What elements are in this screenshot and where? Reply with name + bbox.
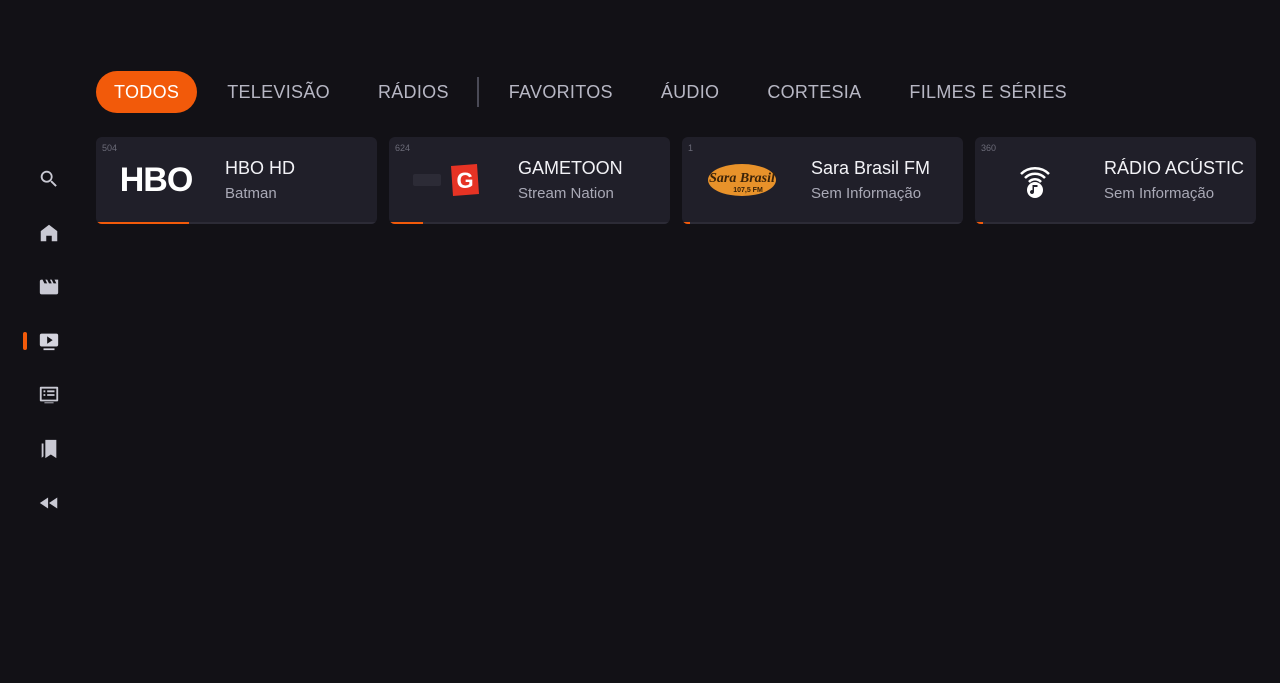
tab-favoritos[interactable]: FAVORITOS	[491, 71, 631, 113]
channel-number: 504	[102, 143, 118, 153]
tab-filmes-series[interactable]: FILMES E SÉRIES	[891, 71, 1085, 113]
category-tabs: TODOS TELEVISÃO RÁDIOS FAVORITOS ÁUDIO C…	[96, 71, 1097, 113]
progress-bar	[389, 222, 423, 224]
channel-program: Sem Informação	[1104, 185, 1215, 202]
app: TODOS TELEVISÃO RÁDIOS FAVORITOS ÁUDIO C…	[0, 0, 1280, 683]
channel-title: GAMETOON	[518, 158, 623, 178]
progress-bar	[682, 222, 691, 224]
channel-card-gametoon[interactable]: 624 G GAMETOON Stream Nation	[389, 137, 670, 224]
bookmarks-icon	[41, 439, 57, 459]
gametoon-logo: G	[413, 164, 479, 196]
sidebar-item-home[interactable]	[32, 216, 66, 250]
tab-todos[interactable]: TODOS	[96, 71, 198, 113]
gametoon-logo-letter: G	[456, 168, 473, 193]
list-icon	[39, 386, 59, 404]
channel-title: HBO HD	[225, 158, 296, 178]
channel-logo-sara-brasil: Sara Brasil 107,5 FM	[702, 155, 782, 205]
channel-logo-gametoon: G	[409, 155, 489, 205]
sara-brasil-logo-text: Sara Brasil	[709, 171, 775, 186]
channel-number: 1	[688, 143, 694, 153]
tab-audio[interactable]: ÁUDIO	[643, 71, 738, 113]
channel-title: Sara Brasil FM	[811, 158, 931, 178]
channel-title: RÁDIO ACÚSTICO	[1104, 158, 1244, 178]
tab-cortesia[interactable]: CORTESIA	[749, 71, 879, 113]
channel-card-radio-acustico[interactable]: 360 RÁDIO ACÚSTICO Sem Informação	[975, 137, 1256, 224]
sidebar-item-bookmarks[interactable]	[32, 432, 66, 466]
channel-card-sara-brasil[interactable]: 1 Sara Brasil 107,5 FM Sara Brasil FM Se…	[682, 137, 963, 224]
progress-track	[682, 222, 963, 224]
channel-program: Stream Nation	[518, 185, 614, 202]
sidebar-item-guide[interactable]	[32, 378, 66, 412]
tab-radios[interactable]: RÁDIOS	[360, 71, 467, 113]
play-video-icon	[39, 333, 59, 351]
active-indicator	[23, 332, 27, 350]
channel-card-hbo[interactable]: 504 HBO HBO HD Batman	[96, 137, 377, 224]
home-icon	[40, 224, 58, 242]
progress-track	[389, 222, 670, 224]
sidebar-item-replay[interactable]	[32, 486, 66, 520]
progress-bar	[96, 222, 189, 224]
radio-podcast-icon	[1020, 167, 1050, 198]
channel-list: 504 HBO HBO HD Batman 624 G GAMETOON Str…	[96, 137, 1268, 224]
sidebar	[0, 0, 96, 683]
progress-track	[975, 222, 1256, 224]
channel-logo-radio-acustico	[995, 155, 1075, 205]
progress-bar	[975, 222, 984, 224]
channel-number: 360	[981, 143, 997, 153]
channel-program: Batman	[225, 185, 277, 202]
sara-brasil-logo-freq: 107,5 FM	[733, 187, 763, 194]
sidebar-item-live[interactable]	[32, 324, 66, 358]
channel-program: Sem Informação	[811, 185, 922, 202]
sara-brasil-logo: Sara Brasil 107,5 FM	[708, 164, 776, 196]
hbo-logo: HBO	[119, 160, 194, 199]
channel-number: 624	[395, 143, 411, 153]
sidebar-item-movies[interactable]	[32, 270, 66, 304]
sidebar-item-search[interactable]	[32, 162, 66, 196]
search-icon	[40, 170, 57, 187]
rewind-icon	[39, 497, 58, 509]
tab-divider	[476, 77, 479, 107]
tab-televisao[interactable]: TELEVISÃO	[209, 71, 348, 113]
movie-icon	[39, 279, 59, 295]
channel-logo-hbo: HBO	[116, 155, 196, 205]
